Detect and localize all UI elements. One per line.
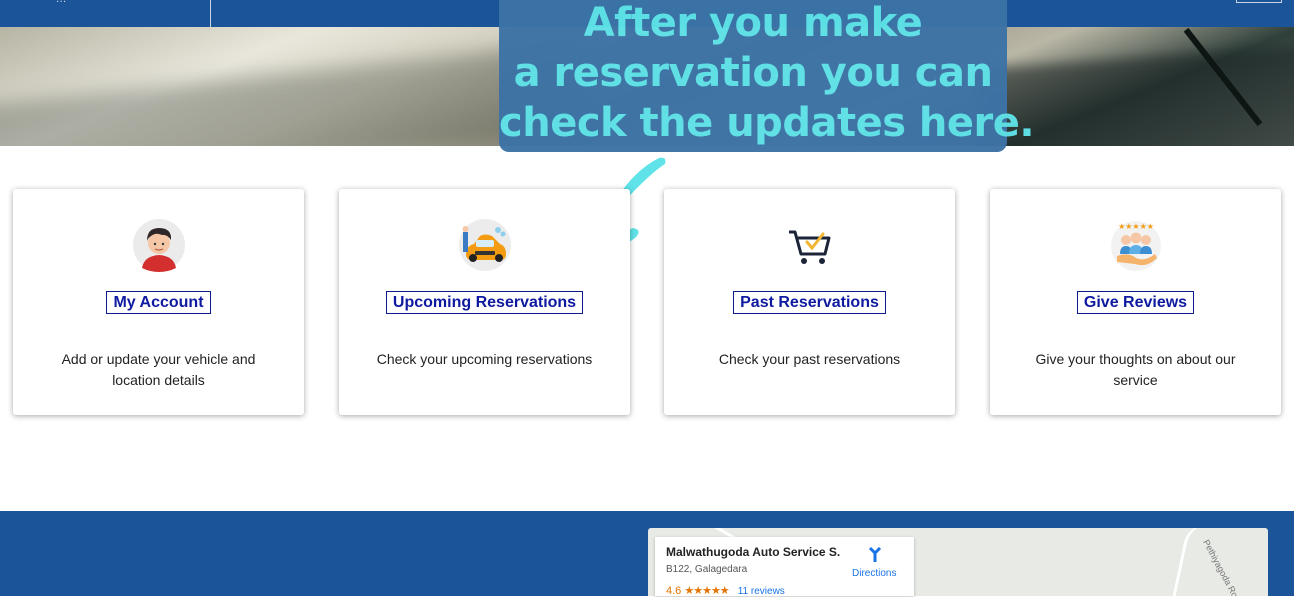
- card-my-account[interactable]: My Account Add or update your vehicle an…: [13, 189, 304, 415]
- card-upcoming-reservations[interactable]: Upcoming Reservations Check your upcomin…: [339, 189, 630, 415]
- past-reservations-link[interactable]: Past Reservations: [733, 291, 886, 314]
- reviews-link[interactable]: 11 reviews: [738, 586, 785, 597]
- car-service-icon: [459, 219, 511, 271]
- card-past-reservations[interactable]: Past Reservations Check your past reserv…: [664, 189, 955, 415]
- callout-line-3: check the updates here.: [499, 100, 1035, 146]
- place-name[interactable]: Malwathugoda Auto Service S...: [666, 545, 841, 559]
- user-avatar-icon: [133, 219, 185, 272]
- card-title-wrap: My Account: [13, 291, 304, 314]
- map-road-label: Pethiyagoda Road: [1201, 538, 1245, 596]
- my-account-link[interactable]: My Account: [106, 291, 211, 314]
- card-description: Check your upcoming reservations: [376, 351, 593, 367]
- card-description: Add or update your vehicle and location …: [61, 351, 256, 388]
- place-rating: 4.6 ★★★★★ 11 reviews: [666, 584, 785, 597]
- navbar-menu-button[interactable]: [1236, 0, 1282, 3]
- callout-line-1: After you make: [583, 0, 923, 46]
- place-address: B122, Galagedara: [666, 564, 748, 575]
- callout-line-2: a reservation you can: [513, 50, 993, 96]
- directions-icon[interactable]: [867, 547, 883, 563]
- shopping-cart-icon: [789, 230, 831, 264]
- tutorial-callout: After you make a reservation you can che…: [499, 0, 1035, 152]
- card-description: Give your thoughts on about our service: [1035, 351, 1236, 388]
- rating-stars-icon: ★★★★★: [684, 585, 729, 597]
- directions-link[interactable]: Directions: [852, 568, 896, 579]
- card-title-wrap: Past Reservations: [664, 291, 955, 314]
- card-give-reviews[interactable]: ★★★★★ Give Reviews Give your thoughts on…: [990, 189, 1281, 415]
- upcoming-reservations-link[interactable]: Upcoming Reservations: [385, 291, 584, 314]
- card-title-wrap: Upcoming Reservations: [339, 291, 630, 314]
- give-reviews-link[interactable]: Give Reviews: [1076, 291, 1195, 314]
- rating-value: 4.6: [666, 585, 682, 597]
- svg-text:★★★★★: ★★★★★: [1118, 222, 1154, 231]
- site-logo[interactable]: ...: [56, 0, 66, 5]
- card-description: Check your past reservations: [718, 351, 901, 367]
- navbar-divider: [210, 0, 211, 27]
- card-title-wrap: Give Reviews: [990, 291, 1281, 314]
- map-place-card: Malwathugoda Auto Service S... B122, Gal…: [655, 537, 914, 597]
- review-people-icon: ★★★★★: [1111, 221, 1161, 271]
